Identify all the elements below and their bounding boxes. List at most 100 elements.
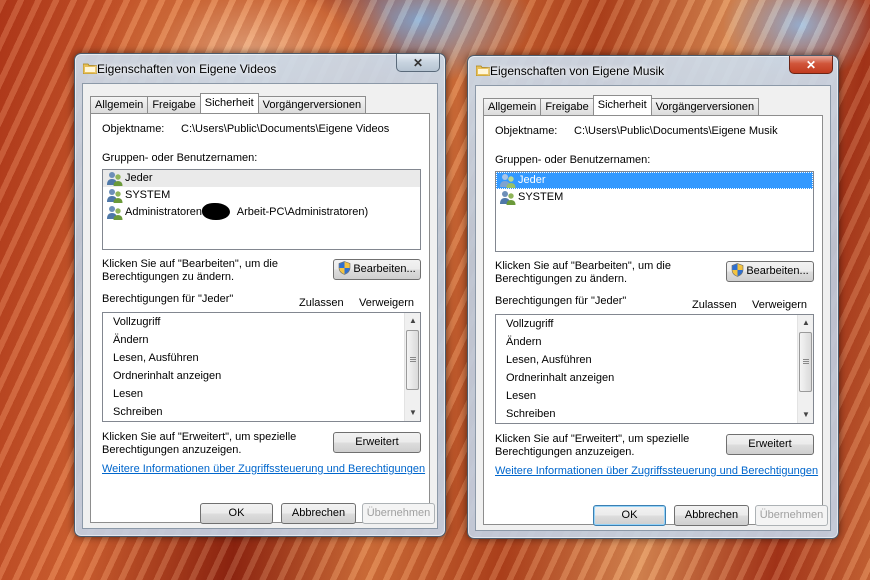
allow-column-header: Zulassen — [299, 297, 344, 309]
object-name-value: C:\Users\Public\Documents\Eigene Videos — [181, 123, 390, 135]
permission-row: Ändern — [113, 334, 149, 346]
user-group-icon — [500, 191, 516, 205]
dialog-client-area: Allgemein Freigabe Sicherheit Vorgängerv… — [475, 85, 831, 531]
permission-row: Ordnerinhalt anzeigen — [506, 372, 615, 384]
vertical-scrollbar[interactable]: ▲ ▼ — [404, 313, 420, 421]
tab-freigabe[interactable]: Freigabe — [540, 98, 594, 115]
grip-icon — [803, 359, 809, 365]
tab-freigabe[interactable]: Freigabe — [147, 96, 201, 113]
info-link[interactable]: Weitere Informationen über Zugriffssteue… — [102, 463, 425, 475]
advanced-hint-line1: Klicken Sie auf "Erweitert", um speziell… — [495, 433, 690, 445]
tab-allgemein[interactable]: Allgemein — [483, 98, 542, 115]
list-item[interactable]: SYSTEM — [496, 189, 813, 206]
cancel-button[interactable]: Abbrechen — [281, 503, 356, 524]
dialog-client-area: Allgemein Freigabe Sicherheit Vorgängerv… — [82, 83, 438, 529]
advanced-hint-line1: Klicken Sie auf "Erweitert", um speziell… — [102, 431, 297, 443]
permission-row: Schreiben — [113, 406, 163, 418]
folder-icon — [476, 65, 490, 76]
user-name: SYSTEM — [518, 191, 564, 203]
advanced-hint-line2: Berechtigungen anzuzeigen. — [495, 446, 635, 458]
tab-sicherheit[interactable]: Sicherheit — [592, 95, 652, 115]
edit-hint-line1: Klicken Sie auf "Bearbeiten", um die — [495, 260, 671, 272]
close-button[interactable]: ✕ — [789, 56, 833, 74]
edit-hint-line2: Berechtigungen zu ändern. — [102, 271, 235, 283]
scroll-up-icon[interactable]: ▲ — [798, 315, 813, 331]
tab-sicherheit[interactable]: Sicherheit — [199, 93, 259, 113]
scroll-thumb[interactable] — [799, 332, 812, 392]
tab-vorgaengerversionen[interactable]: Vorgängerversionen — [650, 98, 760, 115]
permissions-for-label: Berechtigungen für "Jeder" — [495, 295, 627, 307]
object-name-value: C:\Users\Public\Documents\Eigene Musik — [574, 125, 778, 137]
window-title: Eigenschaften von Eigene Videos — [97, 62, 277, 76]
tab-vorgaengerversionen[interactable]: Vorgängerversionen — [257, 96, 367, 113]
users-listbox[interactable]: Jeder SYSTEM Administratoren ( Arbeit-PC\… — [102, 169, 421, 250]
list-item[interactable]: Jeder — [103, 170, 420, 187]
ok-button[interactable]: OK — [200, 503, 273, 524]
apply-button[interactable]: Übernehmen — [362, 503, 435, 524]
properties-dialog-music[interactable]: Eigenschaften von Eigene Musik ✕ Allgeme… — [467, 55, 839, 539]
permissions-listbox[interactable]: Vollzugriff Ändern Lesen, Ausführen Ordn… — [102, 312, 421, 422]
scroll-thumb[interactable] — [406, 330, 419, 390]
title-bar[interactable]: Eigenschaften von Eigene Musik ✕ — [474, 56, 833, 82]
permission-row: Schreiben — [506, 408, 556, 420]
object-name-label: Objektname: — [102, 123, 165, 135]
user-group-icon — [107, 172, 123, 186]
properties-dialog-videos[interactable]: Eigenschaften von Eigene Videos ✕ Allgem… — [74, 53, 446, 537]
edit-button[interactable]: Bearbeiten... — [333, 259, 421, 280]
user-group-icon — [107, 189, 123, 203]
user-name: Jeder — [125, 172, 153, 184]
uac-shield-icon — [339, 261, 351, 275]
users-listbox[interactable]: Jeder SYSTEM — [495, 171, 814, 252]
close-button[interactable]: ✕ — [396, 54, 440, 72]
cancel-button[interactable]: Abbrechen — [674, 505, 749, 526]
permission-row: Lesen, Ausführen — [113, 352, 199, 364]
tab-strip: Allgemein Freigabe Sicherheit Vorgängerv… — [483, 95, 760, 115]
permission-row: Ändern — [506, 336, 542, 348]
groups-label: Gruppen- oder Benutzernamen: — [102, 152, 258, 164]
scroll-up-icon[interactable]: ▲ — [405, 313, 420, 329]
security-tab-panel: Objektname: C:\Users\Public\Documents\Ei… — [483, 115, 823, 525]
list-item[interactable]: Administratoren ( Arbeit-PC\Administrator… — [103, 204, 420, 221]
user-name: Jeder — [518, 174, 546, 186]
list-item[interactable]: SYSTEM — [103, 187, 420, 204]
groups-label: Gruppen- oder Benutzernamen: — [495, 154, 651, 166]
vertical-scrollbar[interactable]: ▲ ▼ — [797, 315, 813, 423]
tab-allgemein[interactable]: Allgemein — [90, 96, 149, 113]
tab-strip: Allgemein Freigabe Sicherheit Vorgängerv… — [90, 93, 367, 113]
user-group-icon — [500, 174, 516, 188]
uac-shield-icon — [732, 263, 744, 277]
permission-row: Vollzugriff — [506, 318, 554, 330]
folder-icon — [83, 63, 97, 74]
user-group-icon — [107, 206, 123, 220]
security-tab-panel: Objektname: C:\Users\Public\Documents\Ei… — [90, 113, 430, 523]
permission-row: Lesen — [113, 388, 143, 400]
advanced-button[interactable]: Erweitert — [726, 434, 814, 455]
redaction-blob — [202, 203, 230, 220]
edit-button-label: Bearbeiten... — [746, 265, 809, 277]
user-name: Administratoren ( — [125, 206, 209, 218]
deny-column-header: Verweigern — [359, 297, 415, 309]
edit-button-label: Bearbeiten... — [353, 263, 416, 275]
user-name: SYSTEM — [125, 189, 171, 201]
permissions-listbox[interactable]: Vollzugriff Ändern Lesen, Ausführen Ordn… — [495, 314, 814, 424]
ok-button[interactable]: OK — [593, 505, 666, 526]
info-link[interactable]: Weitere Informationen über Zugriffssteue… — [495, 465, 818, 477]
permission-row: Vollzugriff — [113, 316, 161, 328]
apply-button[interactable]: Übernehmen — [755, 505, 828, 526]
grip-icon — [410, 357, 416, 363]
edit-hint-line2: Berechtigungen zu ändern. — [495, 273, 628, 285]
deny-column-header: Verweigern — [752, 299, 808, 311]
permission-row: Lesen — [506, 390, 536, 402]
object-name-label: Objektname: — [495, 125, 558, 137]
user-name-domain: Arbeit-PC\Administratoren) — [236, 206, 369, 218]
window-title: Eigenschaften von Eigene Musik — [490, 64, 665, 78]
title-bar[interactable]: Eigenschaften von Eigene Videos ✕ — [81, 54, 440, 80]
scroll-down-icon[interactable]: ▼ — [405, 405, 420, 421]
edit-button[interactable]: Bearbeiten... — [726, 261, 814, 282]
list-item[interactable]: Jeder — [496, 172, 813, 189]
permission-row: Lesen, Ausführen — [506, 354, 592, 366]
scroll-down-icon[interactable]: ▼ — [798, 407, 813, 423]
advanced-hint-line2: Berechtigungen anzuzeigen. — [102, 444, 242, 456]
advanced-button[interactable]: Erweitert — [333, 432, 421, 453]
permission-row: Ordnerinhalt anzeigen — [113, 370, 222, 382]
